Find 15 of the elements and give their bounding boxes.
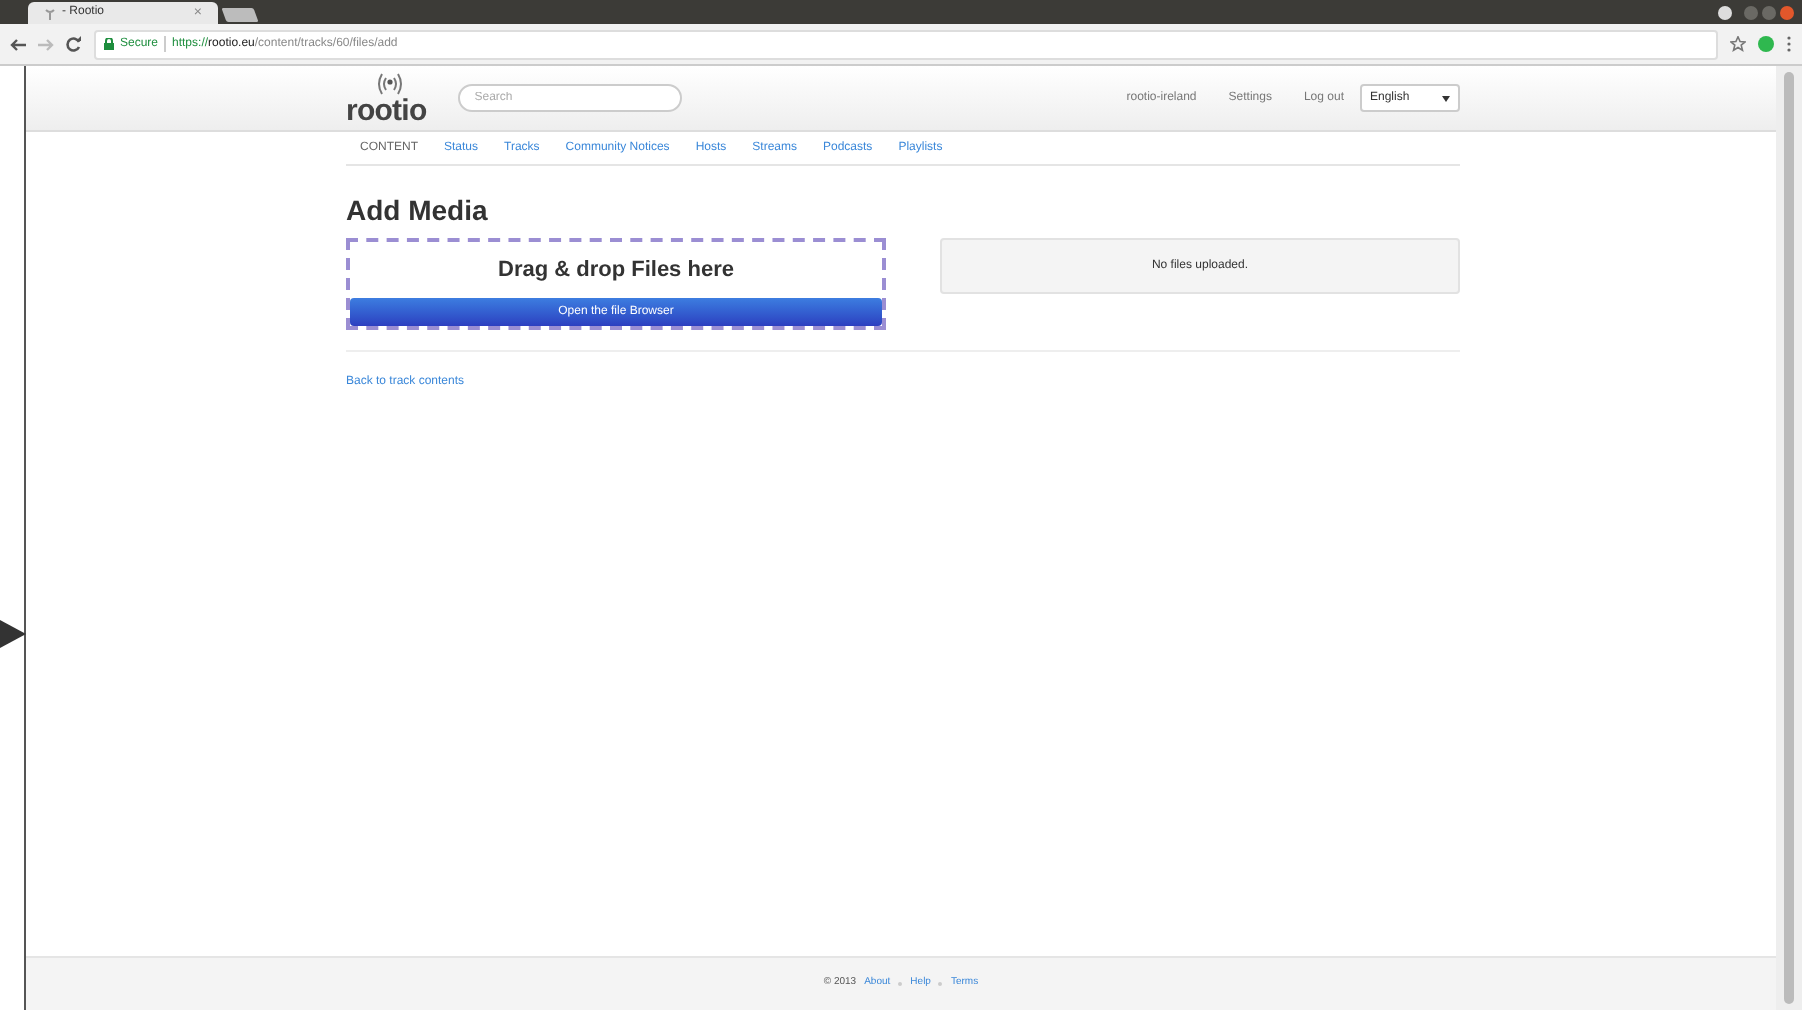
page-title: Add Media [346, 196, 490, 224]
cursor-icon [0, 620, 26, 648]
window-controls[interactable] [1744, 6, 1794, 20]
reload-icon[interactable] [66, 36, 82, 52]
back-icon[interactable] [10, 37, 26, 51]
logo[interactable]: rootio [346, 70, 427, 126]
star-icon[interactable] [1730, 36, 1746, 52]
dropzone-label: Drag & drop Files here [498, 256, 734, 286]
profile-icon[interactable] [1718, 6, 1732, 20]
antenna-icon [44, 7, 56, 19]
new-tab-button[interactable] [221, 8, 259, 22]
menu-icon[interactable] [1786, 36, 1792, 52]
caret-icon [1442, 95, 1450, 101]
lock-icon [104, 38, 114, 50]
scrollbar[interactable] [1776, 66, 1802, 1010]
